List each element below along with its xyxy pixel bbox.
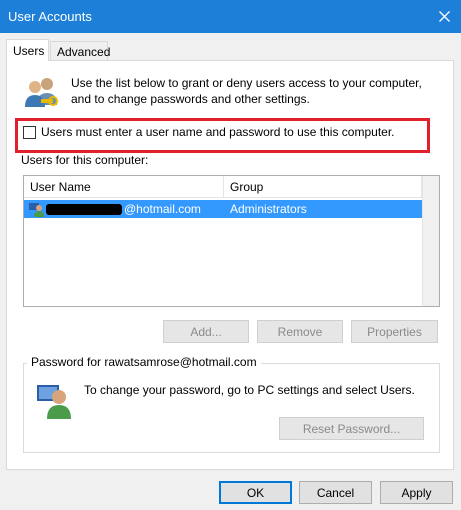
add-button[interactable]: Add... bbox=[163, 320, 249, 343]
tab-advanced-label: Advanced bbox=[57, 44, 111, 59]
users-tab-panel: Use the list below to grant or deny user… bbox=[6, 60, 454, 470]
password-info-text: To change your password, go to PC settin… bbox=[84, 383, 415, 397]
properties-button[interactable]: Properties bbox=[351, 320, 438, 343]
title-bar: User Accounts bbox=[0, 0, 461, 33]
ok-button[interactable]: OK bbox=[219, 481, 292, 504]
tab-users-label: Users bbox=[13, 43, 45, 58]
column-group[interactable]: Group bbox=[224, 176, 422, 198]
group-cell: Administrators bbox=[230, 202, 307, 216]
remove-button[interactable]: Remove bbox=[257, 320, 343, 343]
users-list[interactable]: User Name Group @hotmail.com Administrat… bbox=[23, 175, 440, 307]
cancel-button[interactable]: Cancel bbox=[299, 481, 372, 504]
user-password-icon bbox=[37, 385, 71, 419]
user-name-cell: @hotmail.com bbox=[124, 202, 201, 216]
window-title: User Accounts bbox=[8, 9, 92, 24]
table-row[interactable]: @hotmail.com Administrators bbox=[24, 200, 422, 218]
users-list-label: Users for this computer: bbox=[21, 153, 149, 167]
tab-advanced[interactable]: Advanced bbox=[50, 41, 111, 61]
password-group-title: Password for rawatsamrose@hotmail.com bbox=[27, 355, 261, 369]
intro-text: Use the list below to grant or deny user… bbox=[71, 76, 422, 106]
checkbox-label: Users must enter a user name and passwor… bbox=[41, 125, 395, 139]
list-header: User Name Group bbox=[24, 176, 439, 198]
user-icon bbox=[29, 203, 44, 217]
require-password-checkbox[interactable]: Users must enter a user name and passwor… bbox=[23, 125, 395, 139]
apply-button[interactable]: Apply bbox=[380, 481, 453, 504]
close-button[interactable] bbox=[428, 0, 461, 33]
reset-password-button[interactable]: Reset Password... bbox=[279, 417, 424, 440]
users-icon bbox=[25, 78, 58, 107]
column-user-name[interactable]: User Name bbox=[24, 176, 224, 198]
tab-users[interactable]: Users bbox=[6, 39, 49, 61]
checkbox-box[interactable] bbox=[23, 125, 36, 139]
close-icon bbox=[439, 11, 450, 22]
redacted-name bbox=[46, 204, 122, 215]
vertical-scrollbar[interactable] bbox=[422, 176, 439, 306]
